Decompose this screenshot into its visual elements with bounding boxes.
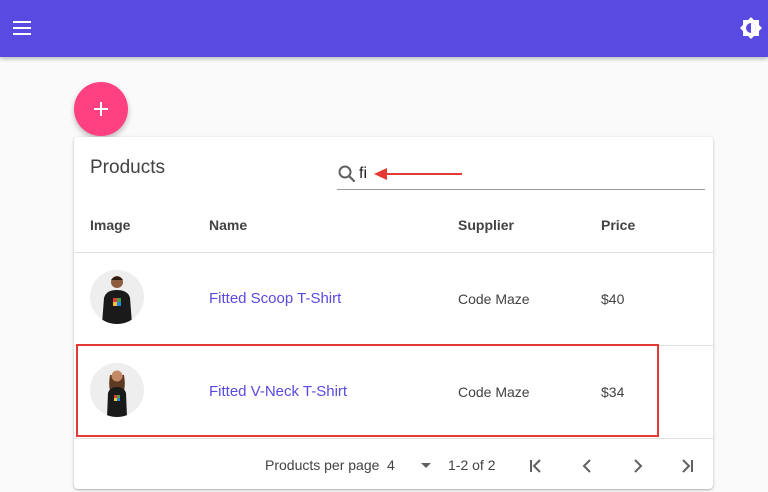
- first-page-button[interactable]: [523, 453, 549, 479]
- theme-toggle-button[interactable]: [739, 16, 763, 40]
- search-icon: [338, 165, 356, 183]
- header-divider: [74, 252, 713, 253]
- rows-per-page-select[interactable]: 4: [387, 456, 437, 478]
- annotation-arrow-icon: [374, 168, 462, 180]
- app-bar: [0, 0, 768, 57]
- product-name-link[interactable]: Fitted Scoop T-Shirt: [209, 290, 341, 307]
- annotation-highlight-box: [76, 344, 659, 437]
- column-header-name: Name: [209, 217, 248, 233]
- column-header-price: Price: [601, 217, 636, 233]
- brightness-icon: [740, 17, 762, 39]
- page-title: Products: [90, 157, 165, 178]
- last-page-button[interactable]: [674, 453, 700, 479]
- caret-down-icon: [421, 463, 431, 468]
- chevron-right-icon: [634, 459, 643, 473]
- row-divider: [74, 438, 713, 439]
- rows-per-page-label: Products per page: [265, 457, 380, 473]
- column-header-image: Image: [90, 217, 131, 233]
- pagination-range: 1-2 of 2: [448, 457, 496, 473]
- previous-page-button[interactable]: [575, 453, 601, 479]
- menu-icon-bar: [13, 33, 31, 35]
- add-product-button[interactable]: [74, 82, 128, 136]
- product-supplier: Code Maze: [458, 291, 530, 307]
- product-image: [90, 270, 144, 324]
- man-in-black-hoodie-icon: [90, 270, 144, 324]
- rows-per-page-value: 4: [387, 457, 395, 473]
- column-header-supplier: Supplier: [458, 217, 515, 233]
- menu-icon-bar: [13, 21, 31, 23]
- menu-icon-bar: [13, 27, 31, 29]
- last-page-icon: [682, 459, 693, 473]
- product-price: $40: [601, 291, 625, 307]
- first-page-icon: [530, 459, 541, 473]
- next-page-button[interactable]: [624, 453, 650, 479]
- chevron-left-icon: [582, 459, 591, 473]
- plus-icon: [94, 102, 108, 116]
- menu-button[interactable]: [10, 16, 36, 40]
